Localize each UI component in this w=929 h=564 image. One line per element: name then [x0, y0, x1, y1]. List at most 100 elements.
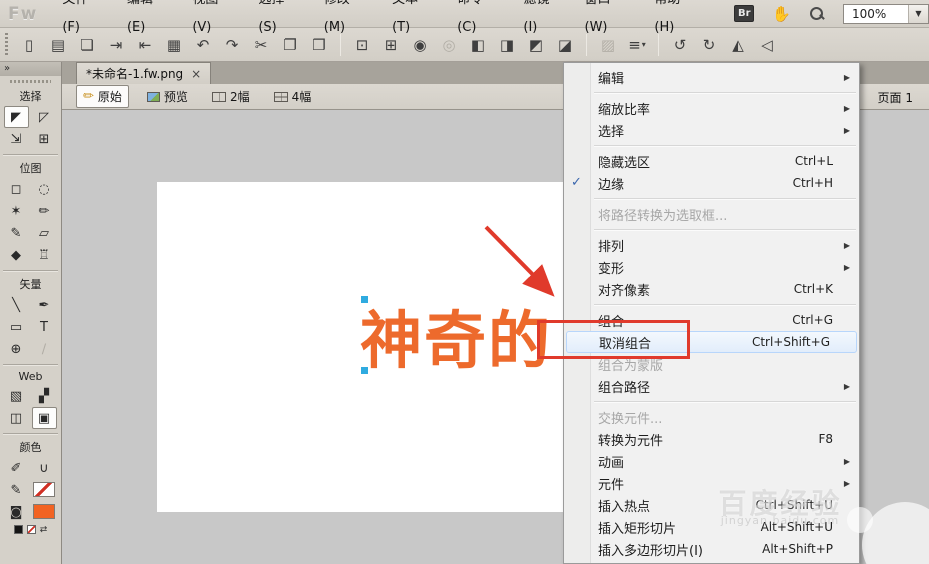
section-divider: [3, 270, 58, 272]
crop-tool[interactable]: ⊞: [32, 128, 57, 150]
pen-tool[interactable]: ✒: [32, 294, 57, 316]
fill-color-icon[interactable]: ◙: [4, 501, 29, 523]
flip-horizontal-button[interactable]: ◭: [725, 32, 751, 58]
zoom-level-dropdown[interactable]: 100% ▼: [843, 4, 929, 24]
zoom-level-value: 100%: [844, 7, 908, 21]
four-up-icon: [274, 92, 288, 102]
menu-text[interactable]: 文本(T): [381, 0, 446, 42]
menu-item-convert-path-to-marquee: 将路径转换为选取框...: [564, 203, 859, 225]
slice-tool[interactable]: ▞: [32, 385, 57, 407]
menu-help[interactable]: 帮助(H): [643, 0, 710, 42]
text-tool[interactable]: T: [32, 316, 57, 338]
original-view-button[interactable]: ✏ 原始: [76, 85, 129, 108]
panel-grip[interactable]: [10, 78, 51, 85]
line-tool[interactable]: ╲: [4, 294, 29, 316]
menu-item-transform[interactable]: 变形▶: [564, 256, 859, 278]
preview-view-button[interactable]: 预览: [141, 86, 194, 107]
menu-item-convert-to-symbol[interactable]: 转换为元件F8: [564, 428, 859, 450]
brush-tool[interactable]: ✏: [32, 200, 57, 222]
new-document-button[interactable]: ▯: [16, 32, 42, 58]
menu-file[interactable]: 文件(F): [51, 0, 116, 42]
pointer-tool[interactable]: ◤: [4, 106, 29, 128]
menu-item-ungroup[interactable]: 取消组合Ctrl+Shift+G: [566, 331, 857, 353]
menu-item-zoom-ratio[interactable]: 缩放比率▶: [564, 97, 859, 119]
new-document-icon: ▯: [25, 36, 33, 54]
menu-separator: [564, 300, 859, 309]
blur-tool[interactable]: ◆: [4, 244, 29, 266]
submenu-arrow-icon: ▶: [844, 457, 850, 466]
lasso-tool[interactable]: ◌: [32, 178, 57, 200]
fill-color-swatch[interactable]: [33, 504, 55, 519]
chevron-down-icon[interactable]: ▼: [908, 5, 928, 23]
menu-view[interactable]: 视图(V): [181, 0, 247, 42]
knife-tool: ∕: [32, 338, 57, 360]
tools-section-select-title: 选择: [0, 88, 61, 104]
eyedropper-tool[interactable]: ✐: [4, 457, 29, 479]
menu-modify[interactable]: 修改(M): [313, 0, 381, 42]
flip-vertical-button[interactable]: ◁: [754, 32, 780, 58]
default-colors-icon[interactable]: [14, 525, 23, 534]
menu-commands[interactable]: 命令(C): [446, 0, 512, 42]
two-up-icon: [212, 92, 226, 102]
page-indicator: 页面 1: [878, 89, 913, 106]
selection-handle[interactable]: [361, 367, 368, 374]
menu-separator: [564, 225, 859, 234]
show-slices-tool[interactable]: ▣: [32, 407, 57, 429]
pencil-tool[interactable]: ✎: [4, 222, 29, 244]
two-up-view-button[interactable]: 2幅: [206, 86, 256, 107]
two-up-label: 2幅: [230, 88, 250, 105]
menu-item-select[interactable]: 选择▶: [564, 119, 859, 141]
document-tab[interactable]: *未命名-1.fw.png ×: [76, 62, 211, 84]
freeform-tool[interactable]: ⊕: [4, 338, 29, 360]
flip-vertical-icon: ◁: [761, 36, 773, 54]
menu-item-insert-hotspot[interactable]: 插入热点Ctrl+Shift+U: [564, 494, 859, 516]
menu-edit[interactable]: 编辑(E): [116, 0, 181, 42]
tools-panel: » 选择 ◤ ◸ ⇲ ⊞ 位图 ◻ ◌ ✶ ✏ ✎ ▱ ◆ ♖ 矢量 ╲ ✒ ▭…: [0, 62, 62, 564]
hide-slices-tool[interactable]: ◫: [4, 407, 29, 429]
four-up-view-button[interactable]: 4幅: [268, 86, 318, 107]
menu-separator: [564, 141, 859, 150]
menu-item-hide-selection[interactable]: 隐藏选区Ctrl+L: [564, 150, 859, 172]
menu-item-insert-rect-slice[interactable]: 插入矩形切片Alt+Shift+U: [564, 516, 859, 538]
menu-item-show-selected-slice[interactable]: 显示所选切片: [564, 560, 859, 564]
no-color-icon[interactable]: [27, 525, 36, 534]
eraser-tool[interactable]: ▱: [32, 222, 57, 244]
menu-item-swap-symbol: 交换元件...: [564, 406, 859, 428]
menu-item-edit[interactable]: 编辑▶: [564, 66, 859, 88]
magic-wand-tool[interactable]: ✶: [4, 200, 29, 222]
stroke-color-icon[interactable]: ✎: [4, 479, 29, 501]
subselection-tool[interactable]: ◸: [32, 106, 57, 128]
menu-window[interactable]: 窗口(W): [574, 0, 644, 42]
hotspot-tool[interactable]: ▧: [4, 385, 29, 407]
bridge-icon[interactable]: Br: [734, 5, 754, 22]
submenu-arrow-icon: ▶: [844, 382, 850, 391]
menu-item-animation[interactable]: 动画▶: [564, 450, 859, 472]
stroke-color-swatch[interactable]: [33, 482, 55, 497]
menu-filters[interactable]: 滤镜(I): [512, 0, 573, 42]
scale-tool[interactable]: ⇲: [4, 128, 29, 150]
rectangle-tool[interactable]: ▭: [4, 316, 29, 338]
rubber-stamp-tool[interactable]: ♖: [32, 244, 57, 266]
selection-handle[interactable]: [361, 296, 368, 303]
document-tab-title: *未命名-1.fw.png: [86, 65, 183, 82]
marquee-tool[interactable]: ◻: [4, 178, 29, 200]
menu-item-align-to-pixel[interactable]: 对齐像素Ctrl+K: [564, 278, 859, 300]
search-icon[interactable]: [809, 6, 825, 22]
section-divider: [3, 364, 58, 366]
menu-item-arrange[interactable]: 排列▶: [564, 234, 859, 256]
hand-tool-icon[interactable]: ✋: [772, 5, 791, 23]
menu-item-group[interactable]: 组合Ctrl+G: [564, 309, 859, 331]
menu-item-insert-poly-slice[interactable]: 插入多边形切片(I)Alt+Shift+P: [564, 538, 859, 560]
tools-section-bitmap-title: 位图: [0, 160, 61, 176]
panel-expand-button[interactable]: »: [0, 62, 61, 76]
menu-item-combine-paths[interactable]: 组合路径▶: [564, 375, 859, 397]
canvas-text-object[interactable]: 神奇的: [360, 290, 552, 380]
menu-item-symbol[interactable]: 元件▶: [564, 472, 859, 494]
menu-item-edges[interactable]: ✓边缘Ctrl+H: [564, 172, 859, 194]
swap-colors-icon[interactable]: ⇄: [40, 525, 48, 535]
submenu-arrow-icon: ▶: [844, 73, 850, 82]
paint-bucket-tool[interactable]: ∪: [32, 457, 57, 479]
close-icon[interactable]: ×: [191, 67, 201, 81]
menu-select[interactable]: 选择(S): [247, 0, 312, 42]
pencil-icon: ✏: [83, 89, 94, 104]
